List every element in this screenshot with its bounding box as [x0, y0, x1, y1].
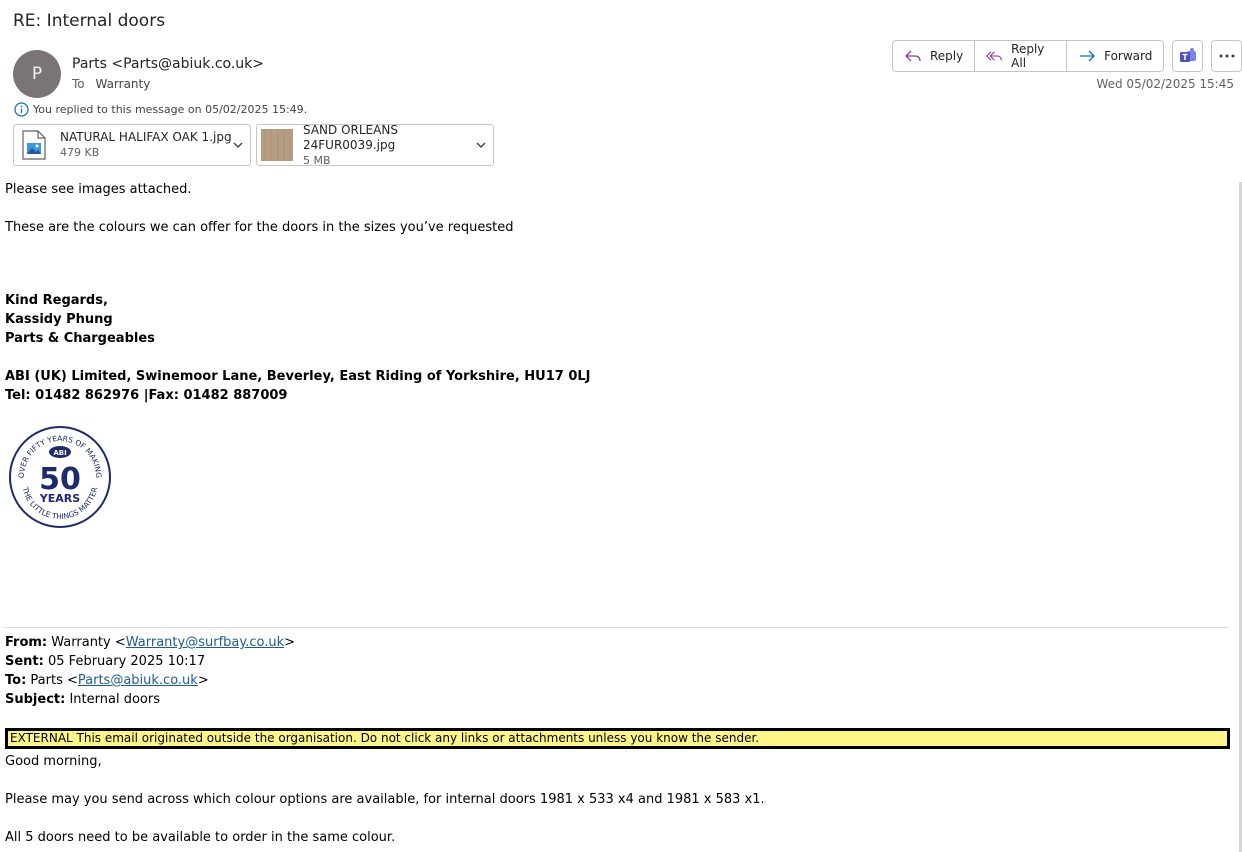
reply-label: Reply	[930, 49, 964, 63]
attachment-filename: SAND ORLEANS 24FUR0039.jpg	[303, 122, 398, 152]
quoted-from-name: Warranty <	[51, 635, 126, 650]
quoted-subject-value: Internal doors	[69, 692, 160, 707]
quoted-sent-label: Sent:	[5, 654, 44, 669]
attachment-meta: SAND ORLEANS 24FUR0039.jpg 5 MB	[303, 123, 493, 168]
signature-name: Kassidy Phung	[5, 312, 113, 327]
teams-icon	[1179, 48, 1196, 62]
forward-button[interactable]: Forward	[1067, 41, 1163, 71]
more-icon	[1219, 54, 1235, 58]
forward-icon	[1080, 50, 1096, 62]
abi-50-years-logo: OVER FIFTY YEARS OF MAKING THE LITTLE TH…	[9, 426, 111, 528]
attachment-size: 5 MB	[303, 153, 331, 167]
reply-button[interactable]: Reply	[893, 41, 976, 71]
reply-all-label: Reply All	[1011, 42, 1045, 70]
sender-avatar[interactable]: P	[13, 50, 61, 98]
attachment-meta: NATURAL HALIFAX OAK 1.jpg 479 KB	[60, 130, 232, 160]
more-actions-button[interactable]	[1211, 40, 1242, 72]
replied-notice-text: You replied to this message on 05/02/202…	[33, 103, 308, 116]
quoted-request: Please may you send across which colour …	[5, 792, 765, 807]
received-date: Wed 05/02/2025 15:45	[1096, 77, 1234, 91]
logo-brand: ABI	[53, 449, 66, 457]
quoted-sent-value: 05 February 2025 10:17	[48, 654, 206, 669]
logo-word: YEARS	[39, 492, 80, 505]
attachment-filename: NATURAL HALIFAX OAK 1.jpg	[60, 130, 232, 144]
message-actions: Reply Reply All Forward	[892, 40, 1242, 72]
external-warning-text: EXTERNAL This email originated outside t…	[7, 730, 1228, 747]
quoted-from-email-link[interactable]: Warranty@surfbay.co.uk	[126, 635, 284, 650]
quoted-from: From: Warranty <Warranty@surfbay.co.uk>	[5, 635, 295, 650]
signature-regards: Kind Regards,	[5, 293, 108, 308]
attachment-size: 479 KB	[60, 146, 100, 159]
quoted-requirement: All 5 doors need to be available to orde…	[5, 830, 396, 845]
image-file-icon	[18, 129, 50, 161]
recipient-line: To Warranty	[72, 77, 150, 91]
to-label: To	[72, 77, 85, 91]
reply-icon	[905, 50, 921, 62]
body-line: Please see images attached.	[5, 182, 192, 197]
info-icon	[14, 102, 29, 117]
wood-thumbnail	[261, 129, 293, 161]
reply-all-icon	[986, 51, 1003, 61]
body-line: These are the colours we can offer for t…	[5, 220, 514, 235]
quoted-to-close: >	[197, 673, 209, 688]
quoted-divider	[5, 627, 1229, 628]
attachment-card[interactable]: SAND ORLEANS 24FUR0039.jpg 5 MB	[256, 123, 494, 168]
quoted-subject: Subject: Internal doors	[5, 692, 160, 707]
attachment-card[interactable]: NATURAL HALIFAX OAK 1.jpg 479 KB	[13, 124, 251, 166]
email-subject: RE: Internal doors	[13, 11, 166, 31]
quoted-sent: Sent: 05 February 2025 10:17	[5, 654, 205, 669]
quoted-subject-label: Subject:	[5, 692, 66, 707]
quoted-to: To: Parts <Parts@abiuk.co.uk>	[5, 673, 209, 688]
chevron-down-icon[interactable]	[232, 139, 244, 151]
teams-button[interactable]	[1172, 40, 1204, 72]
replied-notice: You replied to this message on 05/02/202…	[14, 102, 307, 117]
chevron-down-icon[interactable]	[475, 139, 487, 151]
reply-button-group: Reply Reply All Forward	[892, 40, 1165, 72]
signature-address: ABI (UK) Limited, Swinemoor Lane, Beverl…	[5, 369, 591, 384]
recipient-name[interactable]: Warranty	[95, 77, 150, 91]
quoted-from-close: >	[284, 635, 296, 650]
quoted-from-label: From:	[5, 635, 48, 650]
quoted-to-name: Parts <	[30, 673, 78, 688]
sender-name[interactable]: Parts <Parts@abiuk.co.uk>	[72, 56, 264, 72]
quoted-to-label: To:	[5, 673, 27, 688]
signature-phone: Tel: 01482 862976 |Fax: 01482 887009	[5, 388, 288, 403]
external-warning-banner: EXTERNAL This email originated outside t…	[5, 728, 1230, 749]
quoted-greeting: Good morning,	[5, 754, 102, 769]
signature-department: Parts & Chargeables	[5, 331, 155, 346]
quoted-to-email-link[interactable]: Parts@abiuk.co.uk	[78, 673, 198, 688]
forward-label: Forward	[1104, 49, 1153, 63]
reply-all-button[interactable]: Reply All	[975, 41, 1068, 71]
